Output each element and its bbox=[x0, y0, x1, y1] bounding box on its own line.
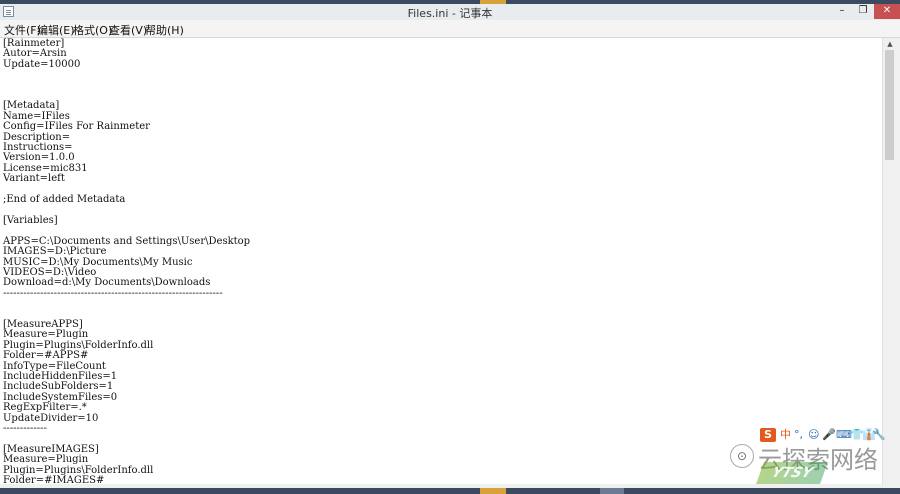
restore-button[interactable]: ❐ bbox=[852, 4, 874, 19]
menu-view[interactable]: 查看(V) bbox=[109, 22, 147, 38]
minimize-button[interactable]: – bbox=[832, 4, 852, 19]
taskbar-item[interactable] bbox=[600, 488, 624, 494]
menu-help[interactable]: 帮助(H) bbox=[145, 22, 184, 38]
menu-file[interactable]: 文件(F) bbox=[4, 22, 41, 38]
menu-bar: 文件(F) 编辑(E) 格式(O) 查看(V) 帮助(H) bbox=[0, 20, 900, 38]
taskbar-active-item[interactable] bbox=[480, 488, 506, 494]
taskbar-bottom-edge bbox=[0, 488, 900, 494]
menu-format[interactable]: 格式(O) bbox=[73, 22, 112, 38]
notepad-window: Files.ini - 记事本 – ❐ ✕ 文件(F) 编辑(E) 格式(O) … bbox=[0, 4, 900, 488]
editor-content[interactable]: [Rainmeter] Autor=Arsin Update=10000 [Me… bbox=[3, 38, 250, 484]
menu-edit[interactable]: 编辑(E) bbox=[37, 22, 75, 38]
scroll-up-arrow-icon[interactable]: ▲ bbox=[883, 38, 897, 50]
vertical-scrollbar[interactable]: ▲ bbox=[882, 38, 897, 484]
close-button[interactable]: ✕ bbox=[874, 4, 900, 19]
title-bar: Files.ini - 记事本 – ❐ ✕ bbox=[0, 4, 900, 20]
watermark-logo: YTSY bbox=[755, 462, 829, 484]
text-editor[interactable]: [Rainmeter] Autor=Arsin Update=10000 [Me… bbox=[0, 38, 882, 484]
wechat-icon: ⊙ bbox=[730, 444, 754, 468]
scroll-thumb[interactable] bbox=[885, 50, 894, 160]
window-title: Files.ini - 记事本 bbox=[407, 7, 493, 20]
